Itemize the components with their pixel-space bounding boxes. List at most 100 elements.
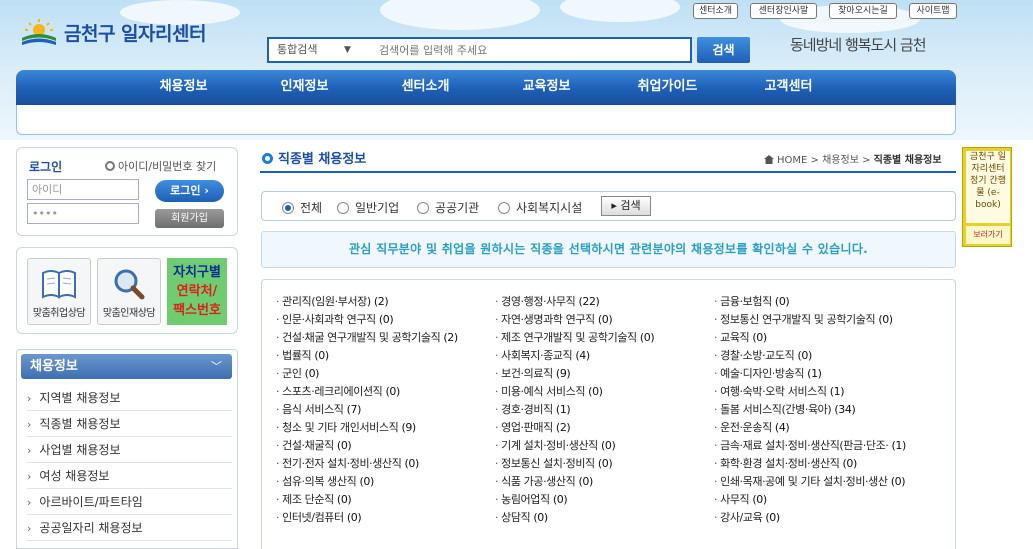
occupation-item[interactable]: · 음식 서비스직 (7) — [276, 401, 361, 417]
filter-search-button[interactable]: ▸ 검색 — [601, 196, 651, 216]
occupation-item[interactable]: · 상담직 (0) — [495, 509, 548, 525]
occupation-item[interactable]: · 인터넷/컴퓨터 (0) — [276, 509, 362, 525]
radio-all[interactable]: 전체 — [282, 199, 322, 216]
radio-company[interactable]: 일반기업 — [337, 199, 399, 216]
side-item-occupation[interactable]: › 직종별 채용정보 — [27, 411, 232, 437]
occupation-item[interactable]: · 사무직 (0) — [714, 491, 767, 507]
bullet-icon: · — [495, 439, 499, 452]
occupation-name: 보건·의료직 — [501, 367, 553, 380]
chevron-down-icon: ▼ — [344, 45, 351, 55]
quick-district-contacts[interactable]: 자치구별 연락처/ 팩스번호 — [167, 258, 227, 325]
occupation-item[interactable]: · 인쇄·목재·공예 및 기타 설치·정비·생산 (0) — [714, 473, 906, 489]
breadcrumb-home[interactable]: HOME — [777, 155, 807, 166]
radio-welfare[interactable]: 사회복지시설 — [498, 199, 582, 216]
occupation-item[interactable]: · 식품 가공·생산직 (0) — [495, 473, 593, 489]
occupation-name: 음식 서비스직 — [282, 403, 344, 416]
nav-jobs[interactable]: 채용정보 — [123, 70, 244, 105]
password-field[interactable]: •••• — [27, 203, 139, 224]
login-button[interactable]: 로그인 › — [155, 180, 224, 202]
quick-job-counsel[interactable]: 맞춤취업상담 — [27, 258, 91, 325]
bullet-icon: · — [276, 313, 280, 326]
occupation-item[interactable]: · 섬유·의복 생산직 (0) — [276, 473, 374, 489]
breadcrumb-jobs[interactable]: 채용정보 — [822, 155, 859, 166]
side-menu: 채용정보 ﹀ › 지역별 채용정보 › 직종별 채용정보 › 사업별 채용정보 › 여성… — [16, 349, 238, 549]
nav-guide[interactable]: 취업가이드 — [607, 70, 728, 105]
occupation-item[interactable]: · 교육직 (0) — [714, 329, 767, 345]
bullet-icon: · — [276, 511, 280, 524]
nav-support[interactable]: 고객센터 — [728, 70, 849, 105]
radio-public[interactable]: 공공기관 — [417, 199, 479, 216]
side-item-public[interactable]: › 공공일자리 채용정보 — [27, 515, 232, 541]
site-logo[interactable]: 금천구 일자리센터 — [20, 18, 206, 46]
occupation-item[interactable]: · 건설·채굴직 (0) — [276, 437, 352, 453]
occupation-item[interactable]: · 법률직 (0) — [276, 347, 329, 363]
occupation-item[interactable]: · 제조 연구개발직 및 공학기술직 (0) — [495, 329, 655, 345]
occupation-item[interactable]: · 경영·행정·사무직 (22) — [495, 293, 600, 309]
util-link-center-intro[interactable]: 센터소개 — [693, 3, 738, 19]
occupation-item[interactable]: · 스포츠·레크리에이션직 (0) — [276, 383, 400, 399]
occupation-item[interactable]: · 정보통신 연구개발직 및 공학기술직 (0) — [714, 311, 893, 327]
search-input[interactable] — [369, 39, 690, 61]
occupation-item[interactable]: · 금속·재료 설치·정비·생산직(판금·단조· (1) — [714, 437, 906, 453]
occupation-item[interactable]: · 금융·보험직 (0) — [714, 293, 790, 309]
find-account-link[interactable]: 아이디/비밀번호 찾기 — [105, 158, 216, 174]
side-menu-title[interactable]: 채용정보 ﹀ — [21, 354, 232, 379]
side-item-business[interactable]: › 사업별 채용정보 — [27, 437, 232, 463]
util-link-greeting[interactable]: 센터장인사말 — [750, 3, 817, 19]
side-item-women[interactable]: › 여성 채용정보 — [27, 463, 232, 489]
occupation-item[interactable]: · 자연·생명과학 연구직 (0) — [495, 311, 613, 327]
search-category-select[interactable]: 통합검색 ▼ — [269, 39, 369, 61]
nav-education[interactable]: 교육정보 — [486, 70, 607, 105]
id-field[interactable]: 아이디 — [27, 179, 139, 200]
radio-dot — [498, 201, 510, 214]
occupation-name: 인문·사회과학 연구직 — [282, 313, 376, 326]
occupation-item[interactable]: · 관리직(임원·부서장) (2) — [276, 293, 389, 309]
ebook-banner[interactable]: 금천구 일자리센터 정기 간행물 (e-book) 보러가기 — [962, 147, 1012, 247]
nav-center[interactable]: 센터소개 — [365, 70, 486, 105]
title-divider — [260, 171, 956, 173]
occupation-count: (0) — [842, 457, 858, 470]
occupation-item[interactable]: · 예술·디자인·방송직 (1) — [714, 365, 822, 381]
occupation-count: (0) — [552, 493, 568, 506]
occupation-item[interactable]: · 정보통신 설치·정비직 (0) — [495, 455, 613, 471]
occupation-name: 자연·생명과학 연구직 — [501, 313, 595, 326]
bullet-icon: · — [495, 421, 499, 434]
occupation-item[interactable]: · 사회복지·종교직 (4) — [495, 347, 590, 363]
occupation-item[interactable]: · 여행·숙박·오락 서비스직 (1) — [714, 383, 845, 399]
occupation-item[interactable]: · 돌봄 서비스직(간병·육아) (34) — [714, 401, 856, 417]
side-item-region[interactable]: › 지역별 채용정보 — [27, 385, 232, 411]
occupation-item[interactable]: · 제조 단순직 (0) — [276, 491, 352, 507]
occupation-item[interactable]: · 경찰·소방·교도직 (0) — [714, 347, 812, 363]
occupation-item[interactable]: · 기계 설치·정비·생산직 (0) — [495, 437, 616, 453]
join-button[interactable]: 회원가입 — [155, 209, 224, 228]
occupation-item[interactable]: · 운전·운송직 (4) — [714, 419, 790, 435]
bullet-icon: · — [495, 511, 499, 524]
occupation-item[interactable]: · 영업·판매직 (2) — [495, 419, 571, 435]
occupation-item[interactable]: · 전기·전자 설치·정비·생산직 (0) — [276, 455, 419, 471]
occupation-name: 금융·보험직 — [720, 295, 772, 308]
occupation-item[interactable]: · 군인 (0) — [276, 365, 319, 381]
quick-talent-counsel[interactable]: 맞춤인재상담 — [97, 258, 161, 325]
occupation-item[interactable]: · 경호·경비직 (1) — [495, 401, 571, 417]
occupation-item[interactable]: · 화학·환경 설치·정비·생산직 (0) — [714, 455, 857, 471]
occupation-item[interactable]: · 청소 및 기타 개인서비스직 (9) — [276, 419, 416, 435]
occupation-item[interactable]: · 인문·사회과학 연구직 (0) — [276, 311, 394, 327]
side-item-parttime[interactable]: › 아르바이트/파트타임 — [27, 489, 232, 515]
occupation-item[interactable]: · 미용·예식 서비스직 (0) — [495, 383, 603, 399]
util-link-directions[interactable]: 찾아오시는길 — [829, 3, 897, 19]
occupation-count: (0) — [639, 331, 655, 344]
occupation-name: 관리직(임원·부서장) — [282, 295, 371, 308]
util-link-sitemap[interactable]: 사이트맵 — [909, 3, 957, 19]
bullet-icon: · — [714, 439, 718, 452]
occupation-name: 강사/교육 — [720, 511, 763, 524]
occupation-item[interactable]: · 보건·의료직 (9) — [495, 365, 571, 381]
occupation-item[interactable]: · 강사/교육 (0) — [714, 509, 780, 525]
bullet-icon: · — [714, 295, 718, 308]
quick-district-line1: 자치구별 — [173, 265, 221, 280]
nav-talent[interactable]: 인재정보 — [244, 70, 365, 105]
occupation-item[interactable]: · 건설·채굴 연구개발직 및 공학기술직 (2) — [276, 329, 458, 345]
search-button[interactable]: 검색 — [697, 37, 750, 63]
occupation-count: (7) — [346, 403, 362, 416]
occupation-item[interactable]: · 농림어업직 (0) — [495, 491, 568, 507]
occupation-count: (1) — [829, 385, 845, 398]
